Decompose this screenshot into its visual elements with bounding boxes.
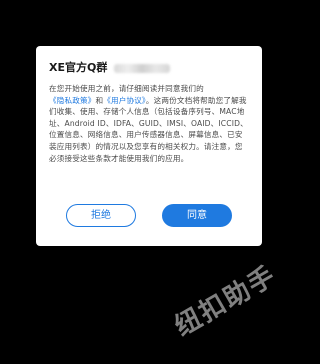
watermark: 纽扣助手 <box>157 240 292 364</box>
dialog-actions: 拒绝 同意 <box>36 204 262 227</box>
dialog-header: XE官方Q群 <box>49 60 249 76</box>
privacy-policy-link[interactable]: 《隐私政策》 <box>49 96 95 105</box>
message-details: 。这两份文档将帮助您了解我们收集、使用、存储个人信息（包括设备序列号、MAC地址… <box>49 95 248 163</box>
reject-button[interactable]: 拒绝 <box>66 204 136 227</box>
redacted-text <box>114 63 171 73</box>
message-intro: 在您开始使用之前，请仔细阅读并同意我们的 <box>49 84 204 93</box>
privacy-dialog: XE官方Q群 在您开始使用之前，请仔细阅读并同意我们的《隐私政策》和《用户协议》… <box>36 46 262 246</box>
watermark-text: 纽扣助手 <box>169 260 282 343</box>
user-agreement-link[interactable]: 《用户协议》 <box>103 96 146 105</box>
dialog-message: 在您开始使用之前，请仔细阅读并同意我们的《隐私政策》和《用户协议》。这两份文档将… <box>49 83 249 164</box>
dialog-title: XE官方Q群 <box>49 61 108 74</box>
agree-button[interactable]: 同意 <box>162 204 232 227</box>
